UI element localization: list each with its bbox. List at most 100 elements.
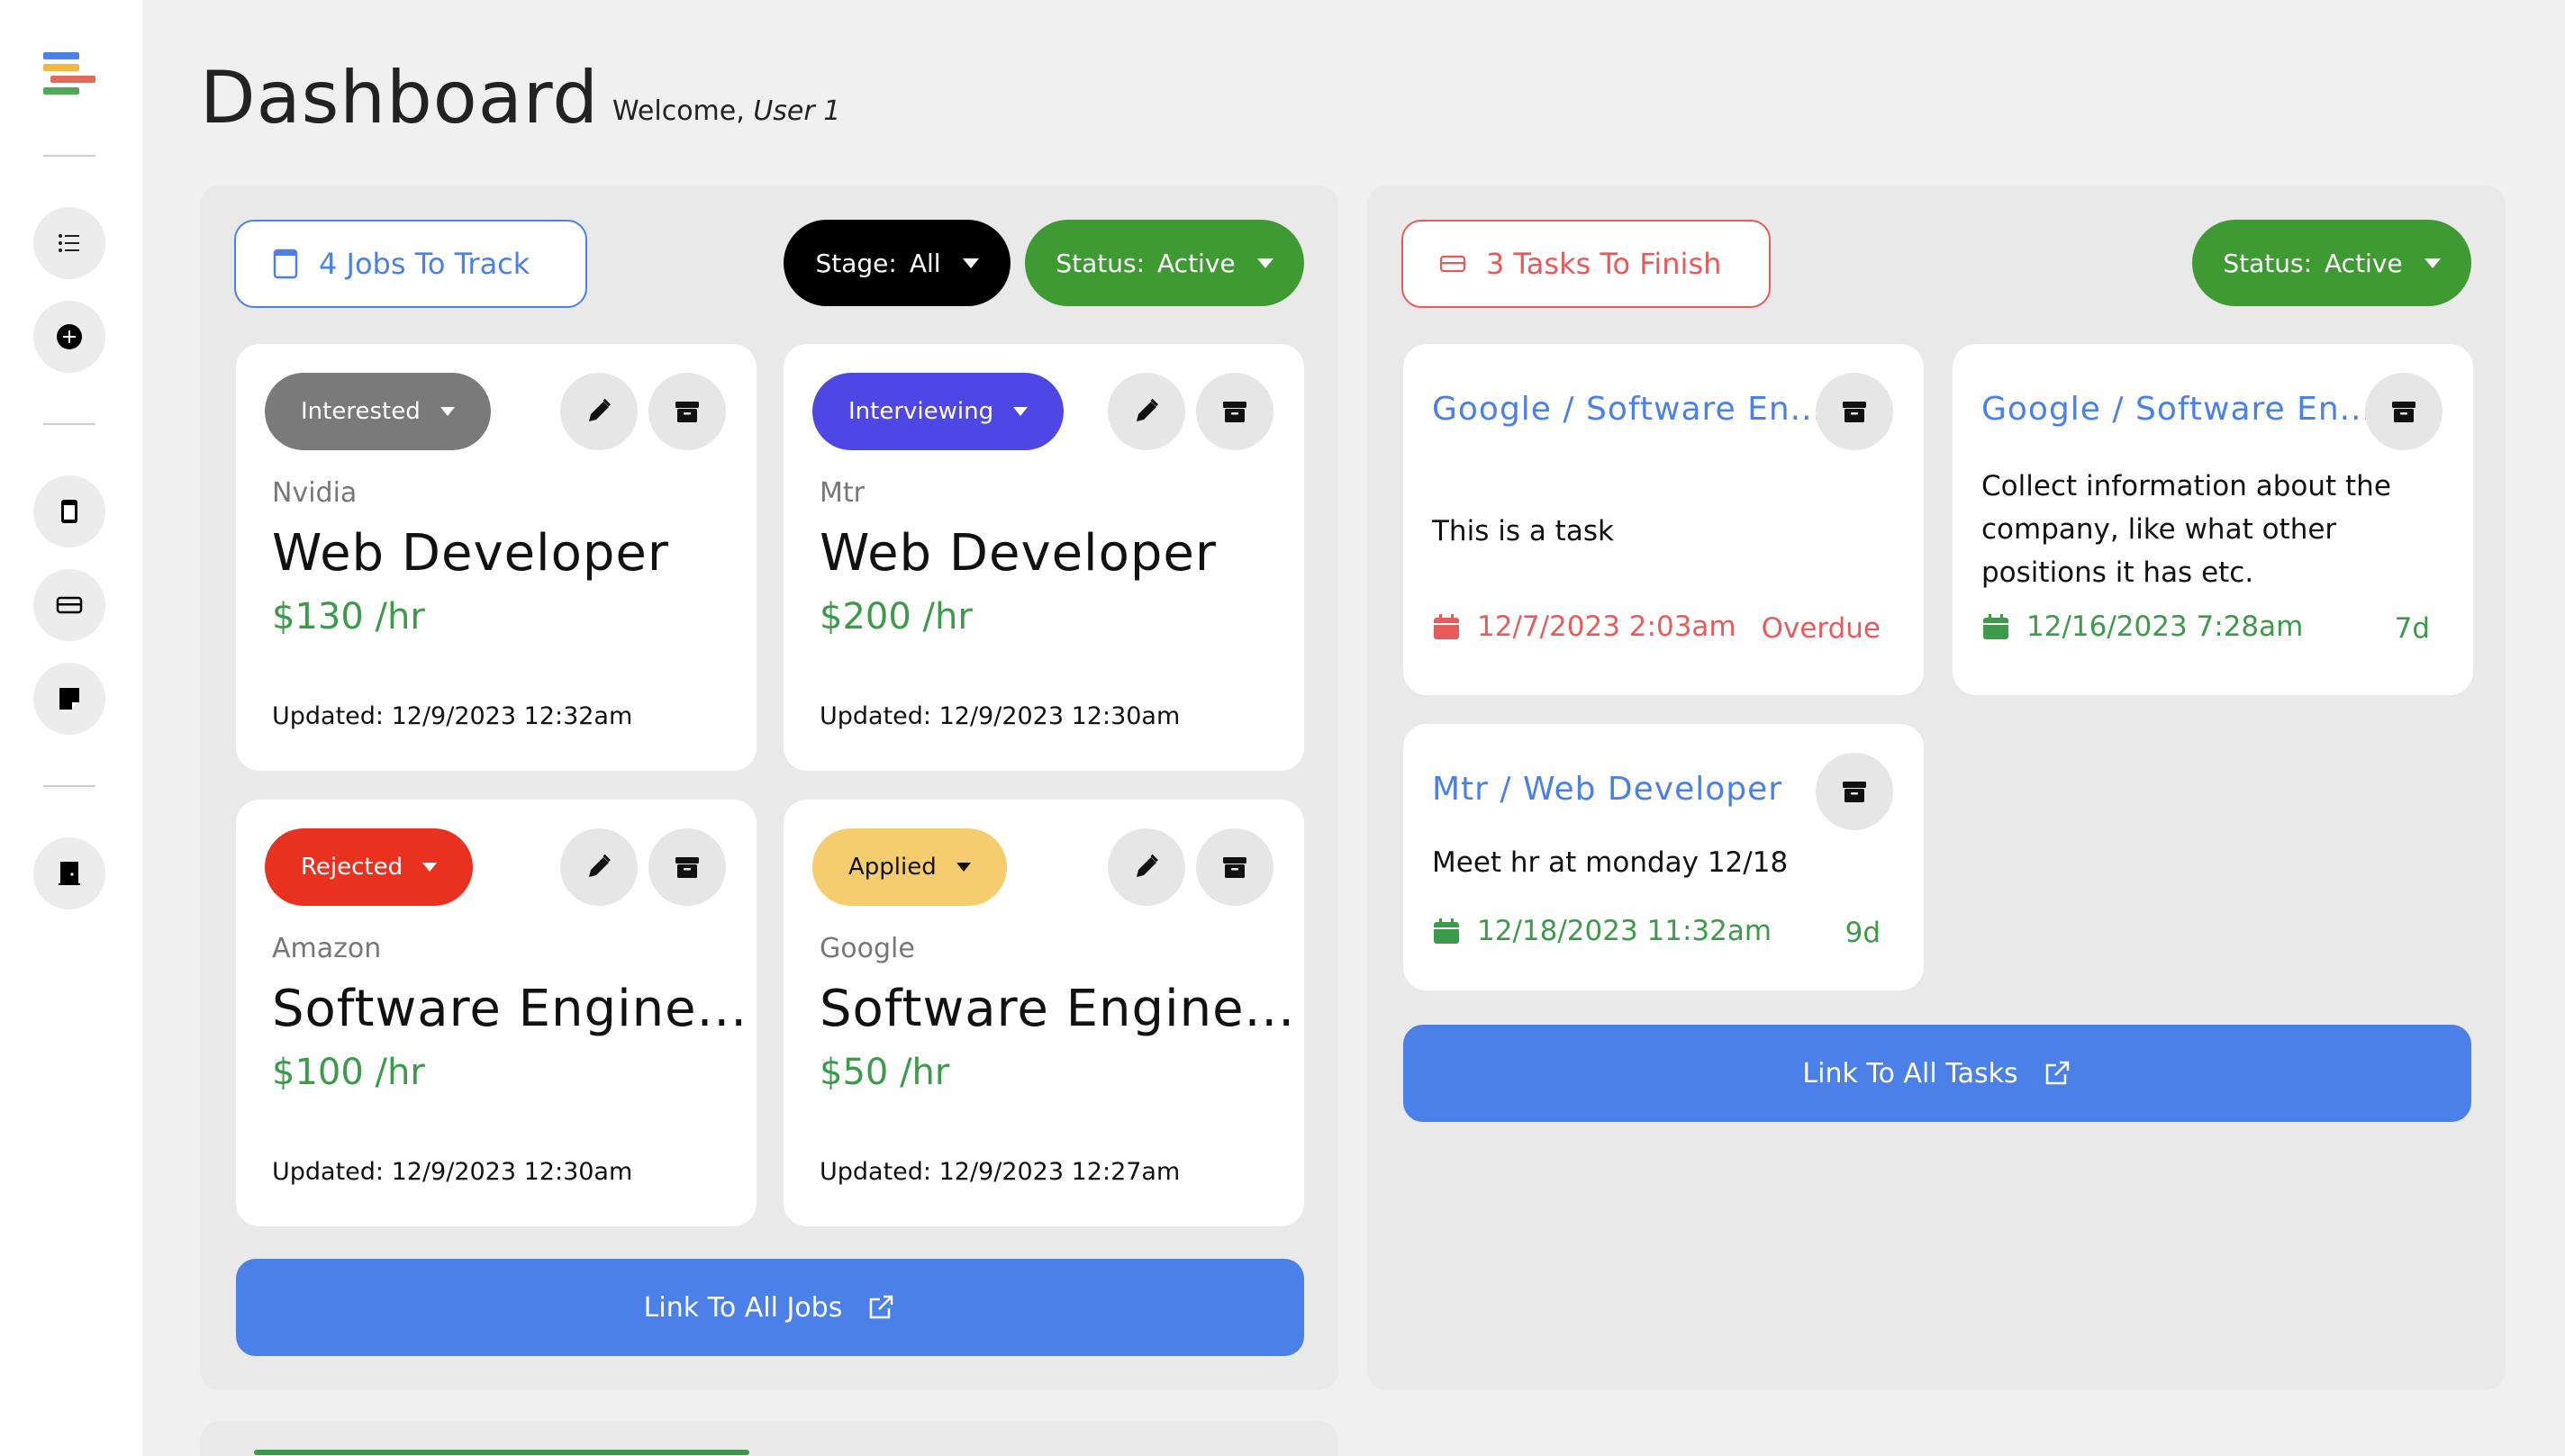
task-status: 9d (1844, 917, 1881, 949)
archive-button[interactable] (648, 373, 726, 450)
job-card: Interested Nvidia Web Developer $130 /hr… (236, 344, 757, 771)
archive-button[interactable] (648, 828, 726, 906)
task-date: 12/18/2023 11:32am (1432, 915, 1772, 947)
archive-icon (2392, 402, 2415, 422)
edit-button[interactable] (1108, 828, 1185, 906)
tasks-panel: 3 Tasks To Finish Status: Active Google … (1367, 185, 2506, 1390)
tasks-count-button[interactable]: 3 Tasks To Finish (1401, 220, 1771, 308)
logout-door-icon (59, 862, 80, 885)
app-logo[interactable] (43, 52, 95, 106)
welcome-text: Welcome, User 1 (612, 95, 840, 127)
task-heading[interactable]: Google / Software En... (1981, 391, 2373, 428)
stage-dropdown[interactable]: Interviewing (812, 373, 1065, 450)
job-title: Web Developer (272, 524, 669, 583)
jobs-icon (273, 249, 298, 279)
archive-icon (1223, 402, 1246, 422)
caret-down-icon (962, 258, 979, 268)
sidebar-divider (43, 155, 95, 157)
jobs-count-label: 4 Jobs To Track (319, 247, 530, 281)
list-icon (59, 234, 79, 252)
task-body: This is a task (1432, 515, 1614, 547)
tasks-icon (1439, 255, 1466, 273)
task-heading[interactable]: Mtr / Web Developer (1432, 771, 1782, 808)
jobs-count-button[interactable]: 4 Jobs To Track (234, 220, 587, 308)
job-updated: Updated: 12/9/2023 12:27am (820, 1158, 1181, 1186)
tasks-status-filter[interactable]: Status: Active (2192, 220, 2471, 306)
sidebar-item-jobs[interactable] (33, 475, 105, 547)
sidebar-item-logout[interactable] (33, 837, 105, 909)
task-status: Overdue (1761, 612, 1881, 645)
welcome-prefix: Welcome, (612, 95, 745, 127)
calendar-icon (1434, 918, 1459, 944)
jobs-panel: 4 Jobs To Track Stage: All Status: Activ… (200, 185, 1338, 1390)
stage-filter-label: Stage: (815, 248, 897, 278)
task-date: 12/7/2023 2:03am (1432, 610, 1736, 643)
sidebar-item-list[interactable] (33, 207, 105, 279)
task-body: Collect information about the company, l… (1981, 470, 2391, 589)
pencil-icon (1137, 854, 1158, 877)
sidebar-item-tasks[interactable] (33, 569, 105, 641)
archive-button[interactable] (1816, 753, 1893, 830)
stage-label: Interviewing (848, 398, 994, 425)
stage-label: Interested (301, 398, 421, 425)
stage-dropdown[interactable]: Interested (265, 373, 491, 450)
edit-button[interactable] (560, 373, 638, 450)
link-all-jobs-button[interactable]: Link To All Jobs (236, 1259, 1304, 1356)
stage-filter[interactable]: Stage: All (784, 220, 1011, 306)
job-pay: $50 /hr (820, 1052, 950, 1093)
link-all-tasks-label: Link To All Tasks (1802, 1057, 2018, 1090)
edit-button[interactable] (560, 828, 638, 906)
archive-button[interactable] (2365, 373, 2443, 450)
job-title: Web Developer (820, 524, 1217, 583)
task-body: Meet hr at monday 12/18 (1432, 846, 1789, 879)
archive-icon (1843, 402, 1866, 422)
jobs-icon (61, 500, 77, 523)
caret-down-icon (440, 407, 455, 416)
job-pay: $130 /hr (272, 596, 425, 638)
pencil-icon (589, 398, 611, 421)
stage-label: Rejected (301, 854, 403, 881)
job-pay: $100 /hr (272, 1052, 425, 1093)
task-card: Google / Software En... Collect informat… (1953, 344, 2473, 695)
job-card: Applied Google Software Engine... $50 /h… (784, 800, 1304, 1226)
task-date-text: 12/18/2023 11:32am (1477, 915, 1772, 947)
caret-down-icon (422, 863, 438, 872)
link-all-tasks-button[interactable]: Link To All Tasks (1403, 1025, 2471, 1122)
caret-down-icon (1013, 407, 1029, 416)
stage-dropdown[interactable]: Rejected (265, 828, 474, 906)
job-card: Interviewing Mtr Web Developer $200 /hr … (784, 344, 1304, 771)
job-updated: Updated: 12/9/2023 12:30am (272, 1158, 633, 1186)
stage-dropdown[interactable]: Applied (812, 828, 1007, 906)
edit-button[interactable] (1108, 373, 1185, 450)
archive-button[interactable] (1196, 373, 1273, 450)
archive-icon (675, 402, 699, 422)
pencil-icon (589, 854, 611, 877)
archive-button[interactable] (1196, 828, 1273, 906)
archive-button[interactable] (1816, 373, 1893, 450)
job-company: Google (820, 933, 915, 964)
task-heading[interactable]: Google / Software En... (1432, 391, 1824, 428)
caret-down-icon (956, 863, 971, 872)
archive-icon (675, 857, 699, 878)
next-panel-partial (200, 1421, 1338, 1456)
caret-down-icon (2424, 258, 2441, 268)
task-date: 12/16/2023 7:28am (1981, 610, 2303, 643)
archive-icon (1843, 782, 1866, 802)
job-updated: Updated: 12/9/2023 12:32am (272, 702, 633, 730)
sidebar-item-notes[interactable] (33, 663, 105, 735)
task-card: Mtr / Web Developer Meet hr at monday 12… (1403, 724, 1924, 990)
calendar-icon (1434, 614, 1459, 639)
job-card: Rejected Amazon Software Engine... $100 … (236, 800, 757, 1226)
job-company: Nvidia (272, 477, 358, 509)
external-link-icon (2045, 1061, 2069, 1085)
task-status: 7d (2394, 612, 2430, 645)
status-filter-label: Status: (2223, 248, 2313, 278)
user-name: User 1 (753, 95, 841, 127)
panel-tab-accent (254, 1450, 749, 1455)
job-company: Mtr (820, 477, 865, 509)
stage-label: Applied (848, 854, 937, 881)
jobs-status-filter[interactable]: Status: Active (1025, 220, 1304, 306)
status-filter-value: Active (2325, 248, 2403, 278)
sidebar-item-add[interactable] (33, 301, 105, 373)
calendar-icon (1983, 614, 2008, 639)
